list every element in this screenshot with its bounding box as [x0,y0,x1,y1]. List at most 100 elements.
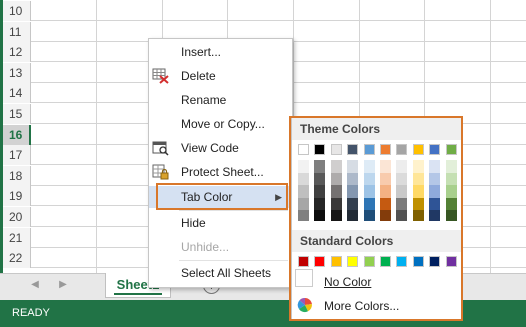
theme-shade-swatch[interactable] [412,210,424,221]
theme-shade-swatch[interactable] [396,197,408,210]
theme-shade-swatch[interactable] [330,197,342,210]
theme-shade-swatch[interactable] [363,197,375,210]
theme-shade-swatch[interactable] [445,197,457,210]
scroll-tabs-right-icon[interactable]: ▶ [56,279,70,290]
theme-shade-swatch[interactable] [347,185,359,198]
theme-shade-swatch[interactable] [429,197,441,210]
menu-item-rename[interactable]: Rename [149,89,292,111]
standard-color-swatch[interactable] [429,256,441,267]
standard-color-swatch[interactable] [347,256,359,267]
standard-color-swatch[interactable] [380,256,391,267]
theme-shade-swatch[interactable] [298,185,309,198]
theme-shade-swatch[interactable] [363,160,375,173]
standard-color-swatch[interactable] [298,256,309,267]
standard-color-swatch[interactable] [412,256,424,267]
theme-shade-swatch[interactable] [445,172,457,185]
row-header[interactable]: 19 [3,186,31,207]
menu-item-view-code[interactable]: View Code [149,137,292,159]
theme-shade-swatch[interactable] [412,197,424,210]
menu-item-delete[interactable]: Delete [149,65,292,87]
theme-shade-swatch[interactable] [429,160,441,173]
row-header[interactable]: 14 [3,83,31,104]
row-header[interactable]: 10 [3,1,31,21]
row-header[interactable]: 13 [3,62,31,83]
theme-shade-swatch[interactable] [363,185,375,198]
theme-shade-swatch[interactable] [396,160,408,173]
menu-item-move-or-copy[interactable]: Move or Copy... [149,113,292,135]
theme-shade-swatch[interactable] [380,172,391,185]
standard-color-swatch[interactable] [314,256,326,267]
theme-shade-swatch[interactable] [363,210,375,221]
theme-shade-swatch[interactable] [412,172,424,185]
row-header[interactable]: 12 [3,42,31,63]
row-header[interactable]: 15 [3,104,31,124]
theme-shade-swatch[interactable] [429,185,441,198]
theme-color-swatch[interactable] [314,144,326,155]
theme-shade-swatch[interactable] [347,160,359,173]
theme-color-swatch[interactable] [429,144,441,155]
theme-shade-swatch[interactable] [330,185,342,198]
theme-shade-swatch[interactable] [445,185,457,198]
theme-shade-swatch[interactable] [412,185,424,198]
theme-shade-column [363,160,375,221]
standard-color-swatch[interactable] [330,256,342,267]
theme-shade-swatch[interactable] [330,160,342,173]
standard-color-swatch[interactable] [445,256,457,267]
row-header[interactable]: 17 [3,145,31,166]
more-colors-option[interactable]: More Colors... [324,299,399,313]
theme-shade-swatch[interactable] [347,172,359,185]
theme-shade-swatch[interactable] [298,172,309,185]
theme-shade-swatch[interactable] [396,185,408,198]
theme-shade-swatch[interactable] [445,210,457,221]
theme-shade-swatch[interactable] [380,210,391,221]
theme-color-swatch[interactable] [330,144,342,155]
menu-item-insert[interactable]: Insert... [149,41,292,63]
theme-shade-swatch[interactable] [412,160,424,173]
theme-shade-swatch[interactable] [298,197,309,210]
theme-shade-swatch[interactable] [363,172,375,185]
theme-shade-swatch[interactable] [314,172,326,185]
theme-shade-swatch[interactable] [314,197,326,210]
theme-color-swatch[interactable] [412,144,424,155]
theme-shade-swatch[interactable] [429,210,441,221]
standard-color-swatch[interactable] [396,256,408,267]
standard-color-swatch[interactable] [363,256,375,267]
menu-item-select-all-sheets[interactable]: Select All Sheets [149,262,292,284]
theme-shade-swatch[interactable] [396,172,408,185]
scroll-tabs-left-icon[interactable]: ◀ [28,279,42,290]
row-header[interactable]: 20 [3,207,31,227]
theme-shade-swatch[interactable] [347,197,359,210]
theme-shade-swatch[interactable] [396,210,408,221]
theme-color-swatch[interactable] [396,144,408,155]
theme-shade-swatch[interactable] [330,172,342,185]
row-header[interactable]: 16 [3,124,31,145]
theme-shade-swatch[interactable] [445,160,457,173]
theme-shade-swatch[interactable] [347,210,359,221]
theme-shade-swatch[interactable] [314,160,326,173]
theme-shade-swatch[interactable] [380,160,391,173]
grid-row[interactable]: 10 [3,1,526,21]
menu-item-tab-color[interactable]: Tab Color ▶ [149,186,292,208]
theme-color-swatch[interactable] [380,144,391,155]
theme-shade-swatch[interactable] [298,160,309,173]
theme-shade-swatch[interactable] [314,185,326,198]
theme-color-swatch[interactable] [445,144,457,155]
theme-shade-swatch[interactable] [330,210,342,221]
theme-shade-column [347,160,359,221]
theme-color-swatch[interactable] [347,144,359,155]
row-header[interactable]: 21 [3,227,31,248]
theme-colors-heading: Theme Colors [292,118,462,140]
theme-shade-swatch[interactable] [380,185,391,198]
no-color-option[interactable]: No Color [324,275,371,289]
theme-color-swatch[interactable] [298,144,309,155]
row-header[interactable]: 18 [3,165,31,186]
row-header[interactable]: 22 [3,248,31,269]
theme-shade-swatch[interactable] [380,197,391,210]
theme-shade-swatch[interactable] [298,210,309,221]
theme-color-swatch[interactable] [363,144,375,155]
menu-item-protect-sheet[interactable]: Protect Sheet... [149,161,292,183]
row-header[interactable]: 11 [3,21,31,42]
theme-shade-swatch[interactable] [314,210,326,221]
menu-item-hide[interactable]: Hide [149,212,292,234]
theme-shade-swatch[interactable] [429,172,441,185]
